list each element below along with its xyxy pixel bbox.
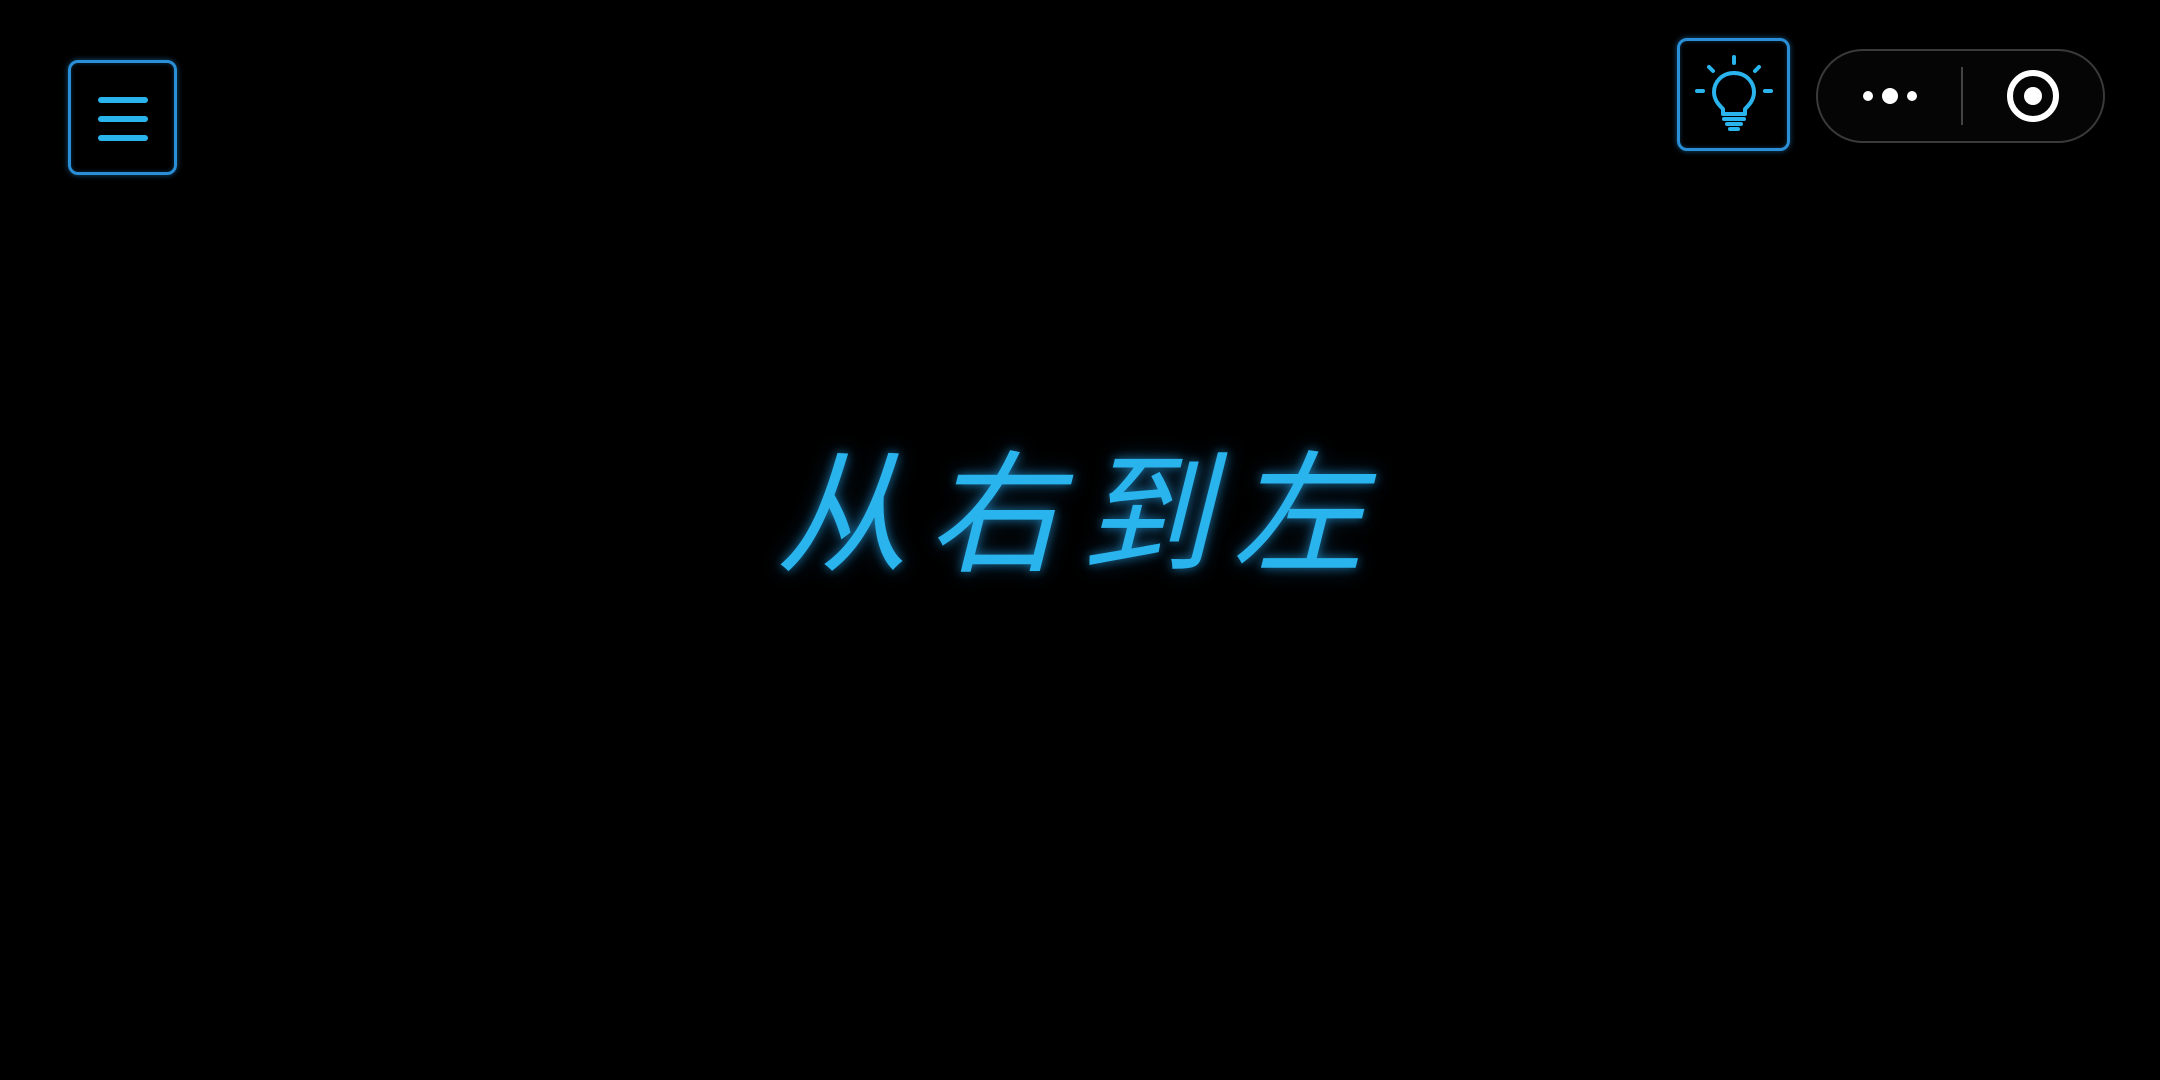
lightbulb-button[interactable] (1677, 38, 1790, 151)
hamburger-menu-icon (97, 96, 148, 141)
target-circle-icon (2007, 70, 2059, 122)
menu-button[interactable] (68, 60, 177, 175)
mini-program-capsule (1816, 49, 2105, 143)
more-dots-icon (1862, 88, 1917, 104)
led-marquee-screen: 从右到左 (0, 0, 2160, 1080)
close-button[interactable] (1963, 51, 2103, 141)
lightbulb-icon (1694, 54, 1773, 131)
scrolling-display-text: 从右到左 (776, 439, 1384, 593)
more-button[interactable] (1818, 51, 1961, 141)
